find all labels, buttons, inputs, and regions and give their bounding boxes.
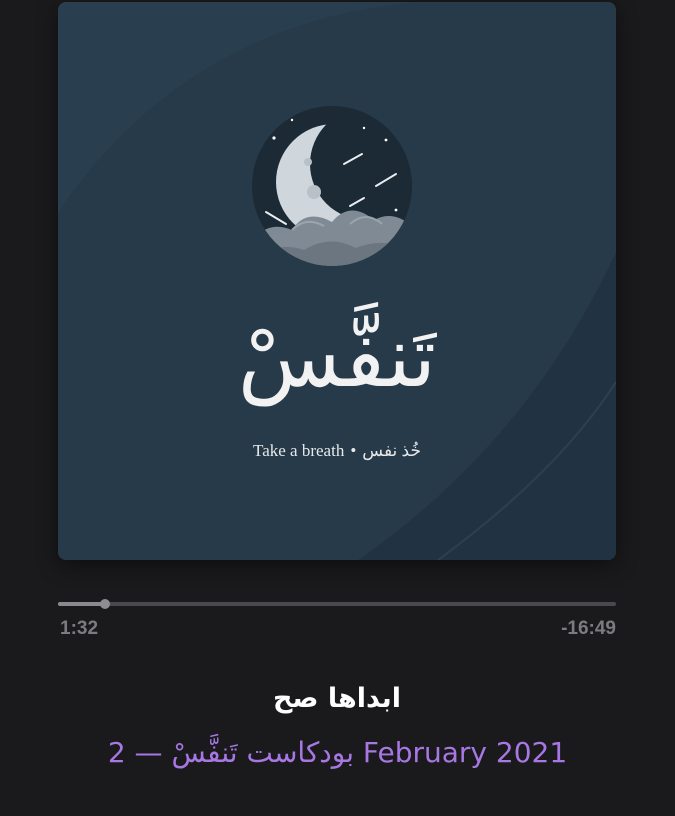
elapsed-time: 1:32 — [60, 618, 99, 639]
remaining-time: -16:49 — [561, 618, 616, 639]
scrubber-progress-fill — [58, 602, 106, 606]
tagline-arabic: خُذ نفس — [362, 441, 421, 460]
artwork-title: تَنفَّسْ — [237, 308, 437, 406]
playback-scrubber[interactable] — [58, 596, 616, 612]
tagline-separator: • — [350, 441, 357, 460]
scrubber-track[interactable] — [58, 602, 616, 606]
scrubber-handle[interactable] — [100, 599, 111, 609]
episode-podcast-and-date[interactable]: بودكاست تَنفَّسْ — 2 February 2021 — [40, 734, 635, 772]
tagline-english: Take a breath — [253, 441, 345, 460]
artwork-background — [58, 2, 616, 560]
artwork-tagline: Take a breath • خُذ نفس — [58, 440, 616, 462]
now-playing-screen: تَنفَّسْ Take a breath • خُذ نفس 1:32 -16:… — [0, 0, 675, 816]
episode-title[interactable]: ابداها صح — [58, 682, 616, 716]
podcast-artwork: تَنفَّسْ Take a breath • خُذ نفس — [58, 2, 616, 560]
crescent-moon-icon — [252, 106, 412, 266]
